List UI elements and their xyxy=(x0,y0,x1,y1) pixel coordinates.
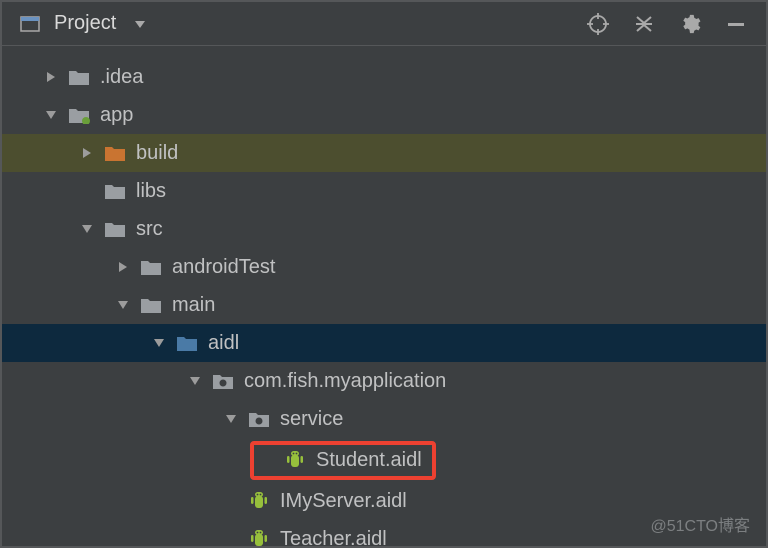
item-label: IMyServer.aidl xyxy=(280,490,407,513)
folder-icon xyxy=(100,182,130,200)
item-label: main xyxy=(172,294,215,317)
aidl-file-icon xyxy=(244,529,274,546)
module-folder-icon xyxy=(64,106,94,124)
aidl-file-icon xyxy=(280,450,310,470)
item-label: service xyxy=(280,408,343,431)
project-tree[interactable]: .idea app build libs src xyxy=(2,46,766,546)
chevron-right-icon[interactable] xyxy=(74,147,100,159)
chevron-down-icon[interactable] xyxy=(110,299,136,311)
item-label: app xyxy=(100,104,133,127)
minimize-icon[interactable] xyxy=(722,10,750,38)
tree-item-libs[interactable]: libs xyxy=(2,172,766,210)
folder-icon xyxy=(64,68,94,86)
item-label: libs xyxy=(136,180,166,203)
package-icon xyxy=(208,372,238,390)
target-icon[interactable] xyxy=(584,10,612,38)
panel-header: Project xyxy=(2,2,766,46)
tree-item-aidl[interactable]: aidl xyxy=(2,324,766,362)
tree-item-androidtest[interactable]: androidTest xyxy=(2,248,766,286)
tree-item-app[interactable]: app xyxy=(2,96,766,134)
item-label: src xyxy=(136,218,163,241)
project-view-icon[interactable] xyxy=(16,10,44,38)
chevron-down-icon[interactable] xyxy=(74,223,100,235)
watermark: @51CTO博客 xyxy=(650,512,750,536)
chevron-down-icon[interactable] xyxy=(38,109,64,121)
tree-item-student-aidl[interactable]: Student.aidl xyxy=(2,438,766,482)
gear-icon[interactable] xyxy=(676,10,704,38)
chevron-right-icon[interactable] xyxy=(38,71,64,83)
tree-item-main[interactable]: main xyxy=(2,286,766,324)
chevron-down-icon[interactable] xyxy=(146,337,172,349)
tree-item-build[interactable]: build xyxy=(2,134,766,172)
folder-icon xyxy=(136,296,166,314)
tree-item-package[interactable]: com.fish.myapplication xyxy=(2,362,766,400)
chevron-down-icon[interactable] xyxy=(182,375,208,387)
tree-item-src[interactable]: src xyxy=(2,210,766,248)
folder-icon xyxy=(100,220,130,238)
folder-icon xyxy=(136,258,166,276)
chevron-right-icon[interactable] xyxy=(110,261,136,273)
src-folder-icon xyxy=(172,334,202,352)
panel-title[interactable]: Project xyxy=(54,12,116,35)
chevron-down-icon[interactable] xyxy=(218,413,244,425)
tree-item-service[interactable]: service xyxy=(2,400,766,438)
item-label: Teacher.aidl xyxy=(280,528,387,547)
item-label: Student.aidl xyxy=(316,449,422,472)
highlight-box: Student.aidl xyxy=(250,441,436,480)
item-label: aidl xyxy=(208,332,239,355)
collapse-all-icon[interactable] xyxy=(630,10,658,38)
build-folder-icon xyxy=(100,144,130,162)
item-label: com.fish.myapplication xyxy=(244,370,446,393)
package-icon xyxy=(244,410,274,428)
tree-item-idea[interactable]: .idea xyxy=(2,58,766,96)
item-label: androidTest xyxy=(172,256,275,279)
item-label: .idea xyxy=(100,66,143,89)
dropdown-icon[interactable] xyxy=(126,10,154,38)
item-label: build xyxy=(136,142,178,165)
aidl-file-icon xyxy=(244,491,274,511)
